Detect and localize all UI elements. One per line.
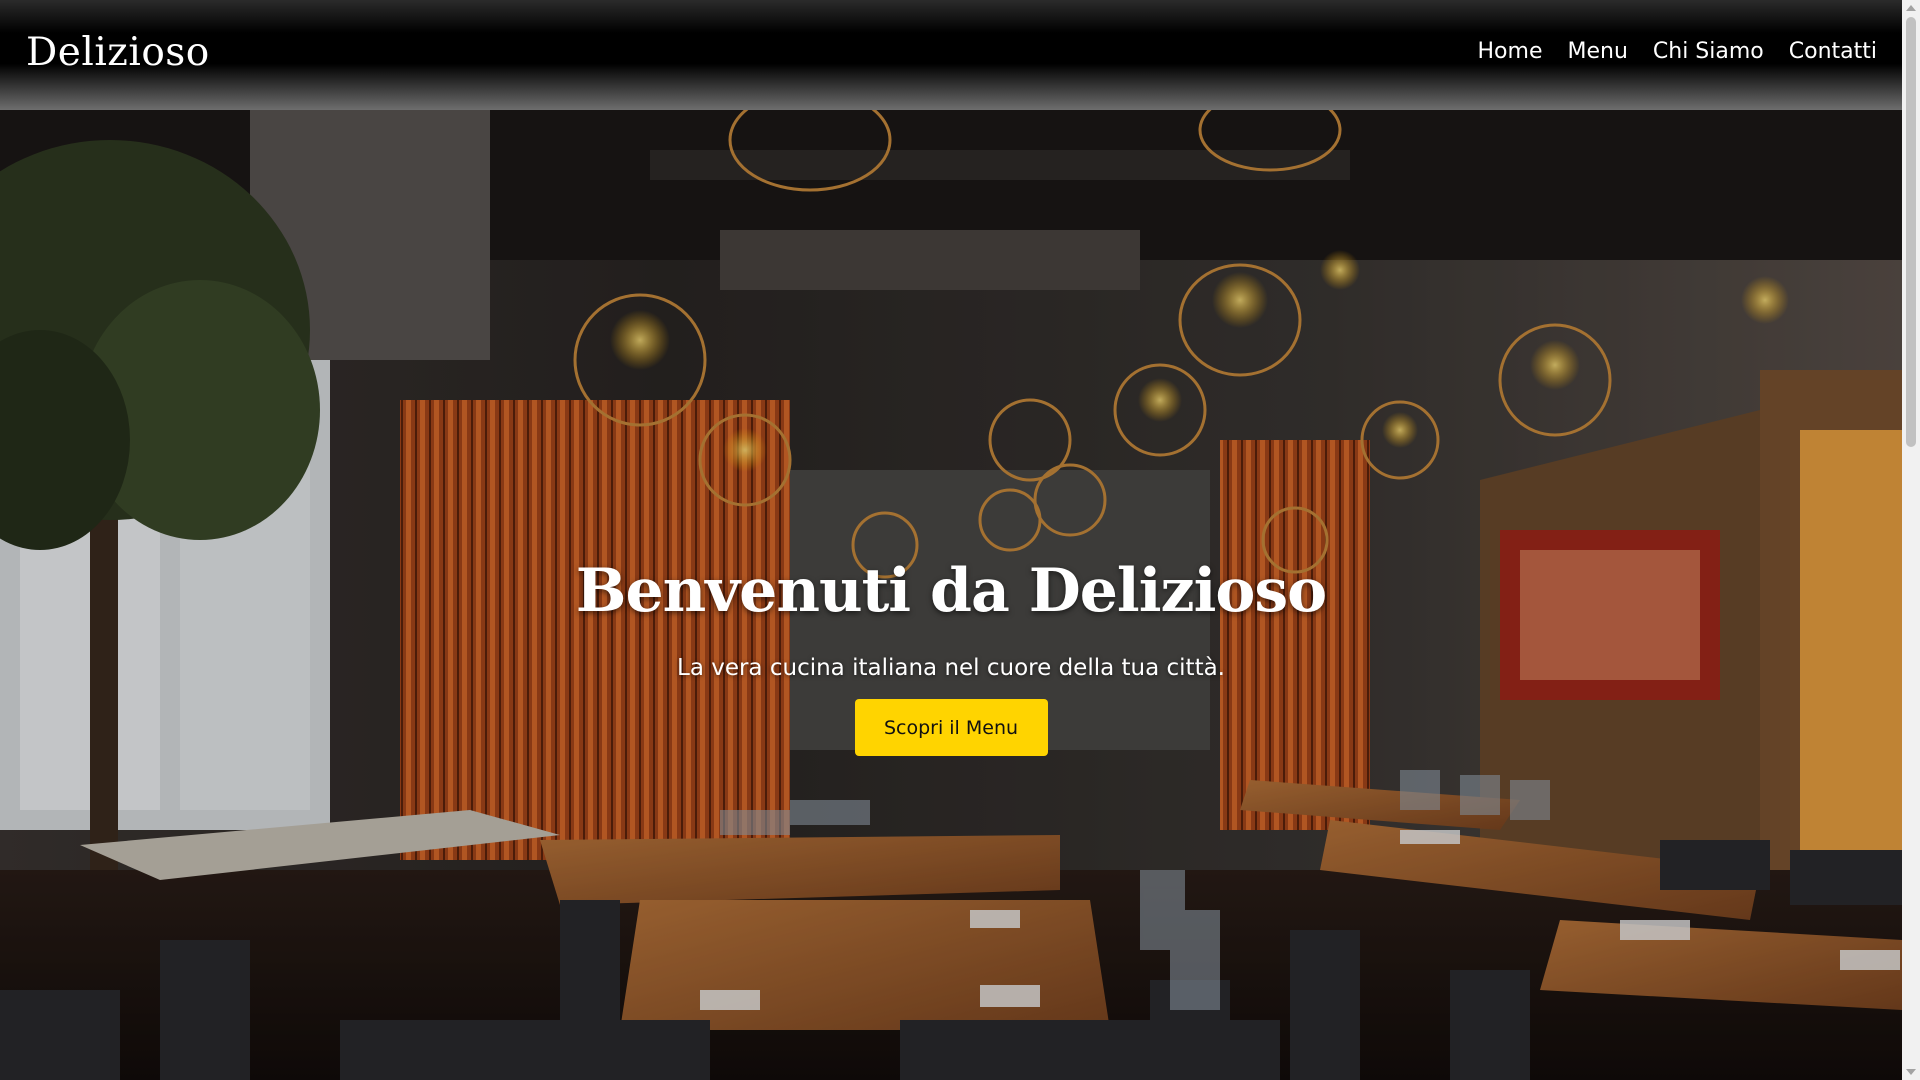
main-nav: Home Menu Chi Siamo Contatti	[1478, 39, 1877, 64]
discover-menu-button[interactable]: Scopri il Menu	[854, 699, 1048, 756]
vertical-scrollbar[interactable]	[1902, 0, 1920, 1080]
nav-item-home[interactable]: Home	[1478, 39, 1543, 64]
scroll-down-arrow-icon[interactable]	[1906, 1069, 1916, 1075]
site-logo[interactable]: Delizioso	[26, 30, 210, 75]
scrollbar-thumb[interactable]	[1906, 17, 1916, 447]
hero-content: Benvenuti da Delizioso La vera cucina it…	[0, 555, 1902, 756]
hero-section: Benvenuti da Delizioso La vera cucina it…	[0, 110, 1902, 1080]
scroll-up-arrow-icon[interactable]	[1906, 5, 1916, 11]
nav-item-menu[interactable]: Menu	[1567, 39, 1627, 64]
hero-title: Benvenuti da Delizioso	[575, 556, 1327, 626]
site-header: Delizioso Home Menu Chi Siamo Contatti	[0, 0, 1902, 110]
page: Delizioso Home Menu Chi Siamo Contatti B…	[0, 0, 1920, 1080]
nav-item-contatti[interactable]: Contatti	[1789, 39, 1877, 64]
nav-item-chi-siamo[interactable]: Chi Siamo	[1653, 39, 1764, 64]
hero-subtitle: La vera cucina italiana nel cuore della …	[677, 655, 1225, 681]
